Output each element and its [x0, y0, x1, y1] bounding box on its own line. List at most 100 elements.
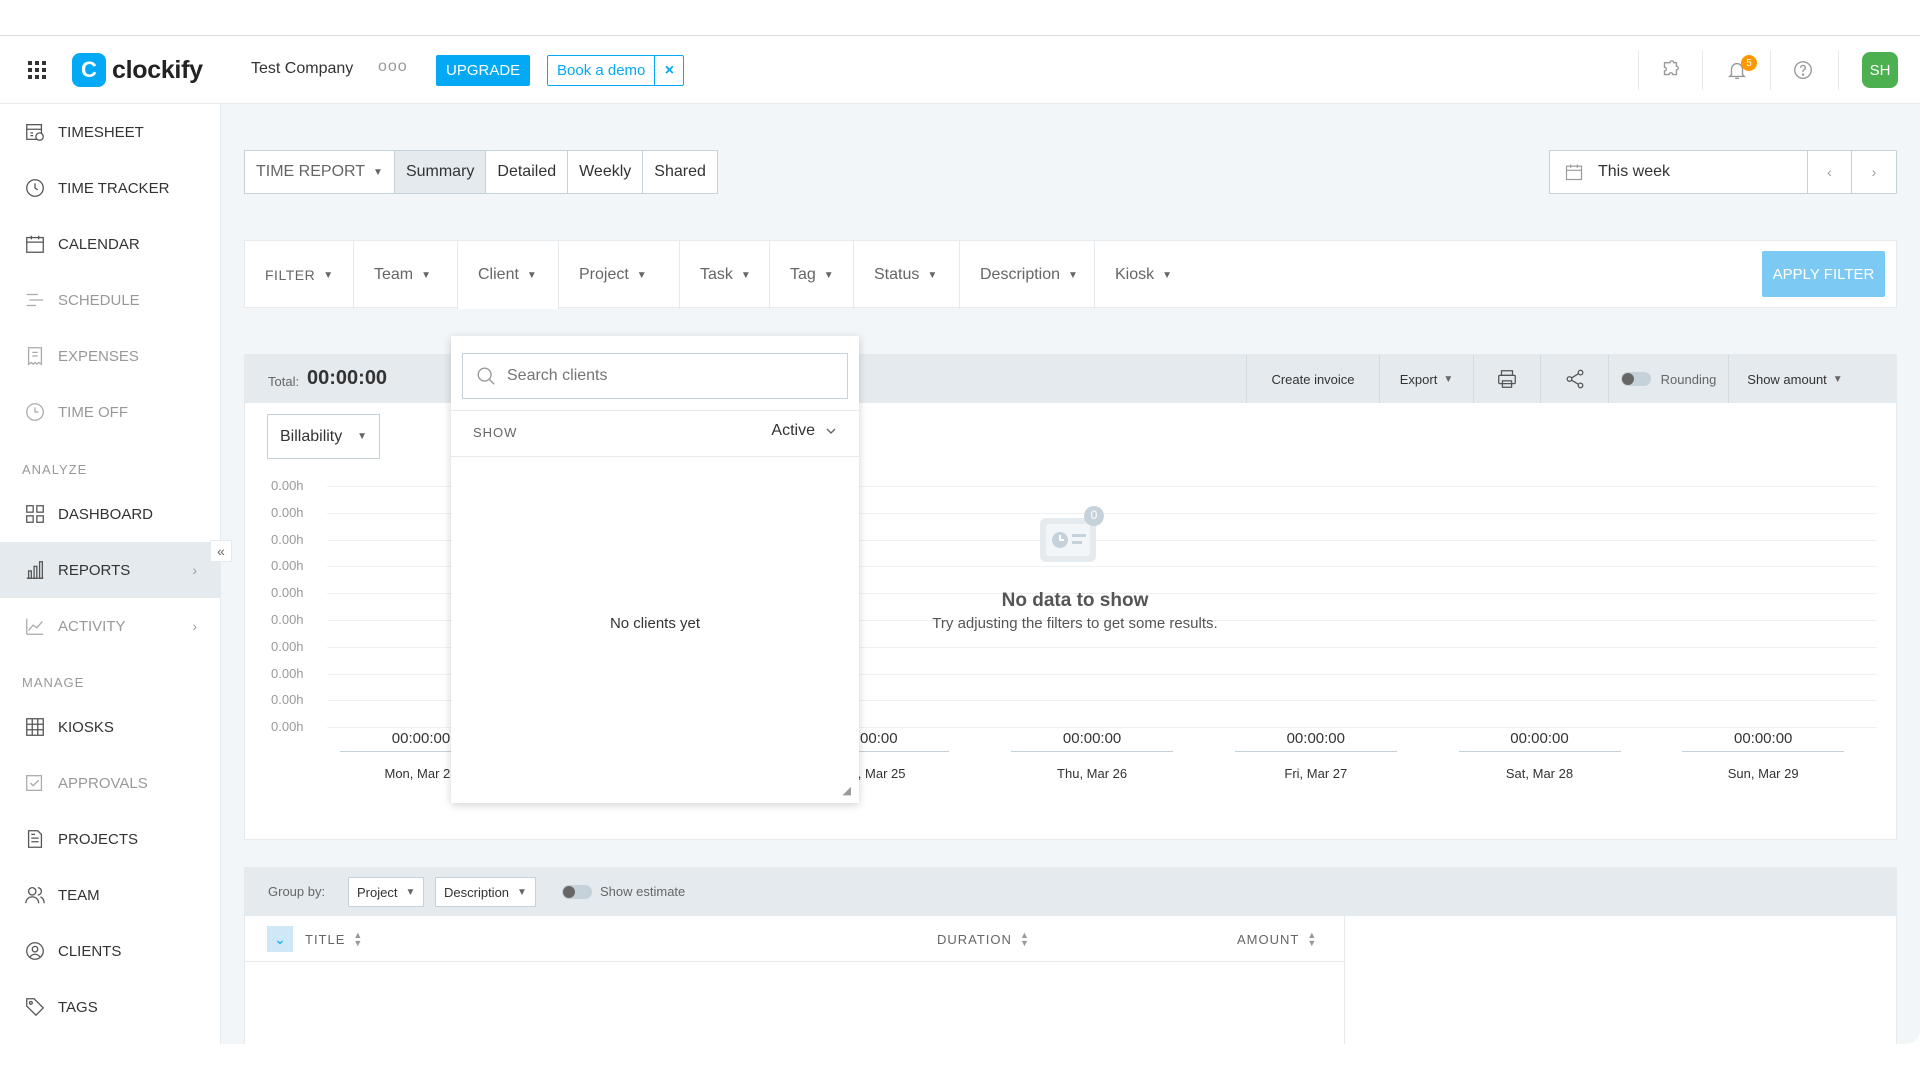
caret-down-icon: ▼ [323, 269, 334, 281]
clockify-logo-icon: C [72, 53, 106, 87]
browser-top-strip [0, 0, 1920, 36]
sidebar-item-label: TIMESHEET [58, 123, 144, 141]
show-status-dropdown[interactable]: Active [771, 422, 837, 440]
help-icon[interactable] [1791, 58, 1815, 82]
sidebar-item-dashboard[interactable]: DASHBOARD [0, 486, 221, 542]
share-icon[interactable] [1540, 355, 1608, 403]
workspace-name[interactable]: Test Company [251, 60, 353, 78]
header-divider [1770, 50, 1771, 90]
date-range-button[interactable]: This week [1550, 151, 1808, 193]
search-clients-input[interactable] [507, 367, 827, 385]
filter-project[interactable]: Project ▼ [559, 241, 680, 309]
sidebar-item-label: TEAM [58, 886, 100, 904]
sidebar-item-team[interactable]: TEAM [0, 867, 221, 923]
filter-description-label: Description [980, 266, 1061, 283]
tab-shared[interactable]: Shared [643, 151, 717, 193]
sort-icon: ▲ ▼ [1019, 930, 1030, 948]
caret-down-icon: ▼ [526, 269, 537, 281]
no-data-subtitle: Try adjusting the filters to get some re… [932, 615, 1218, 632]
create-invoice-button[interactable]: Create invoice [1246, 355, 1379, 403]
sidebar-item-projects[interactable]: PROJECTS [0, 811, 221, 867]
activity-icon [26, 618, 44, 635]
caret-down-icon: ▼ [405, 886, 416, 898]
tab-summary[interactable]: Summary [394, 151, 487, 193]
sidebar-item-label: SCHEDULE [58, 291, 140, 309]
billability-dropdown[interactable]: Billability ▼ [267, 414, 380, 459]
expand-all-chevron-icon[interactable]: ⌄ [267, 926, 293, 952]
x-tick-label: Sun, Mar 29 [1727, 766, 1799, 781]
filter-status[interactable]: Status ▼ [854, 241, 960, 309]
axis-segment [1682, 751, 1845, 752]
export-label: Export [1399, 371, 1438, 387]
book-demo-banner: Book a demo × [547, 55, 685, 86]
approvals-icon [26, 775, 43, 791]
sidebar-item-reports[interactable]: REPORTS › [0, 542, 221, 598]
sidebar-item-clients[interactable]: CLIENTS [0, 923, 221, 979]
puzzle-icon[interactable] [1658, 58, 1682, 82]
show-estimate-switch[interactable] [562, 885, 592, 899]
app-window: C clockify Test Company ooo UPGRADE Book… [0, 36, 1920, 1044]
filter-menu[interactable]: FILTER ▼ [245, 241, 354, 309]
chevron-down-icon [826, 428, 836, 434]
caret-down-icon: ▼ [1832, 373, 1843, 385]
previous-period-button[interactable]: ‹ [1808, 151, 1852, 193]
show-amount-dropdown[interactable]: Show amount ▼ [1728, 355, 1861, 403]
show-estimate-label: Show estimate [600, 884, 686, 899]
section-manage: MANAGE [22, 675, 85, 690]
print-icon[interactable] [1473, 355, 1540, 403]
y-tick-label: 0.00h [271, 504, 304, 520]
column-duration[interactable]: DURATION ▲ ▼ [937, 930, 1030, 948]
filter-description[interactable]: Description ▼ [960, 241, 1095, 309]
show-label: SHOW [473, 425, 518, 440]
sidebar-item-time-off[interactable]: TIME OFF [0, 384, 221, 440]
upgrade-button[interactable]: UPGRADE [436, 55, 531, 86]
sidebar-item-label: TIME TRACKER [58, 179, 170, 197]
column-amount[interactable]: AMOUNT ▲ ▼ [1237, 931, 1317, 948]
apps-grid-icon[interactable] [28, 61, 46, 79]
calendar-icon [1565, 164, 1583, 181]
sidebar-item-schedule[interactable]: SCHEDULE [0, 272, 221, 328]
tab-time-report[interactable]: TIME REPORT ▼ [245, 151, 395, 193]
filter-team[interactable]: Team ▼ [354, 241, 458, 309]
apply-filter-button[interactable]: APPLY FILTER [1762, 251, 1885, 297]
column-title[interactable]: TITLE ▲ ▼ [305, 931, 363, 948]
search-clients-field[interactable] [462, 353, 848, 399]
column-amount-label: AMOUNT [1237, 931, 1300, 947]
sidebar-item-approvals[interactable]: APPROVALS [0, 755, 221, 811]
next-period-button[interactable]: › [1852, 151, 1896, 193]
collapse-sidebar-icon[interactable]: « [210, 540, 232, 562]
sidebar-item-timesheet[interactable]: TIMESHEET [0, 104, 221, 160]
sidebar-item-tags[interactable]: TAGS [0, 979, 221, 1035]
resize-handle-icon[interactable]: ◢ [843, 784, 851, 797]
filter-client[interactable]: Client ▼ [458, 241, 559, 309]
rounding-switch[interactable] [1620, 372, 1651, 386]
tab-detailed[interactable]: Detailed [486, 151, 569, 193]
export-button[interactable]: Export ▼ [1379, 355, 1473, 403]
sidebar-item-activity[interactable]: ACTIVITY › [0, 598, 221, 654]
filter-tag[interactable]: Tag ▼ [770, 241, 854, 309]
rounding-toggle[interactable]: Rounding [1608, 355, 1728, 403]
sidebar-item-kiosks[interactable]: KIOSKS [0, 699, 221, 755]
clockify-logo[interactable]: C clockify [72, 53, 203, 87]
workspace-menu-icon[interactable]: ooo [378, 58, 408, 76]
tab-weekly[interactable]: Weekly [568, 151, 644, 193]
avatar[interactable]: SH [1862, 52, 1898, 88]
date-range-label: This week [1598, 163, 1671, 180]
sidebar-item-time-tracker[interactable]: TIME TRACKER [0, 160, 221, 216]
close-icon[interactable]: × [655, 62, 683, 80]
schedule-icon [26, 293, 44, 307]
group-by-secondary-select[interactable]: Description ▼ [435, 877, 536, 907]
client-filter-dropdown: SHOW Active No clients yet ◢ [451, 336, 859, 803]
book-demo-button[interactable]: Book a demo [548, 56, 656, 85]
sidebar-item-calendar[interactable]: CALENDAR [0, 216, 221, 272]
no-data-title: No data to show [1001, 590, 1149, 611]
filter-task[interactable]: Task ▼ [680, 241, 770, 309]
y-tick-label: 0.00h [271, 638, 304, 654]
sidebar-item-expenses[interactable]: EXPENSES [0, 328, 221, 384]
filter-kiosk[interactable]: Kiosk ▼ [1095, 241, 1185, 309]
section-analyze: ANALYZE [22, 462, 88, 477]
filter-team-label: Team [374, 266, 414, 283]
column-duration-label: DURATION [937, 931, 1012, 947]
table-header: ⌄ TITLE ▲ ▼ DURATION ▲ ▼ AMOUNT ▲ ▼ [245, 916, 1345, 962]
group-by-primary-select[interactable]: Project ▼ [348, 877, 425, 907]
